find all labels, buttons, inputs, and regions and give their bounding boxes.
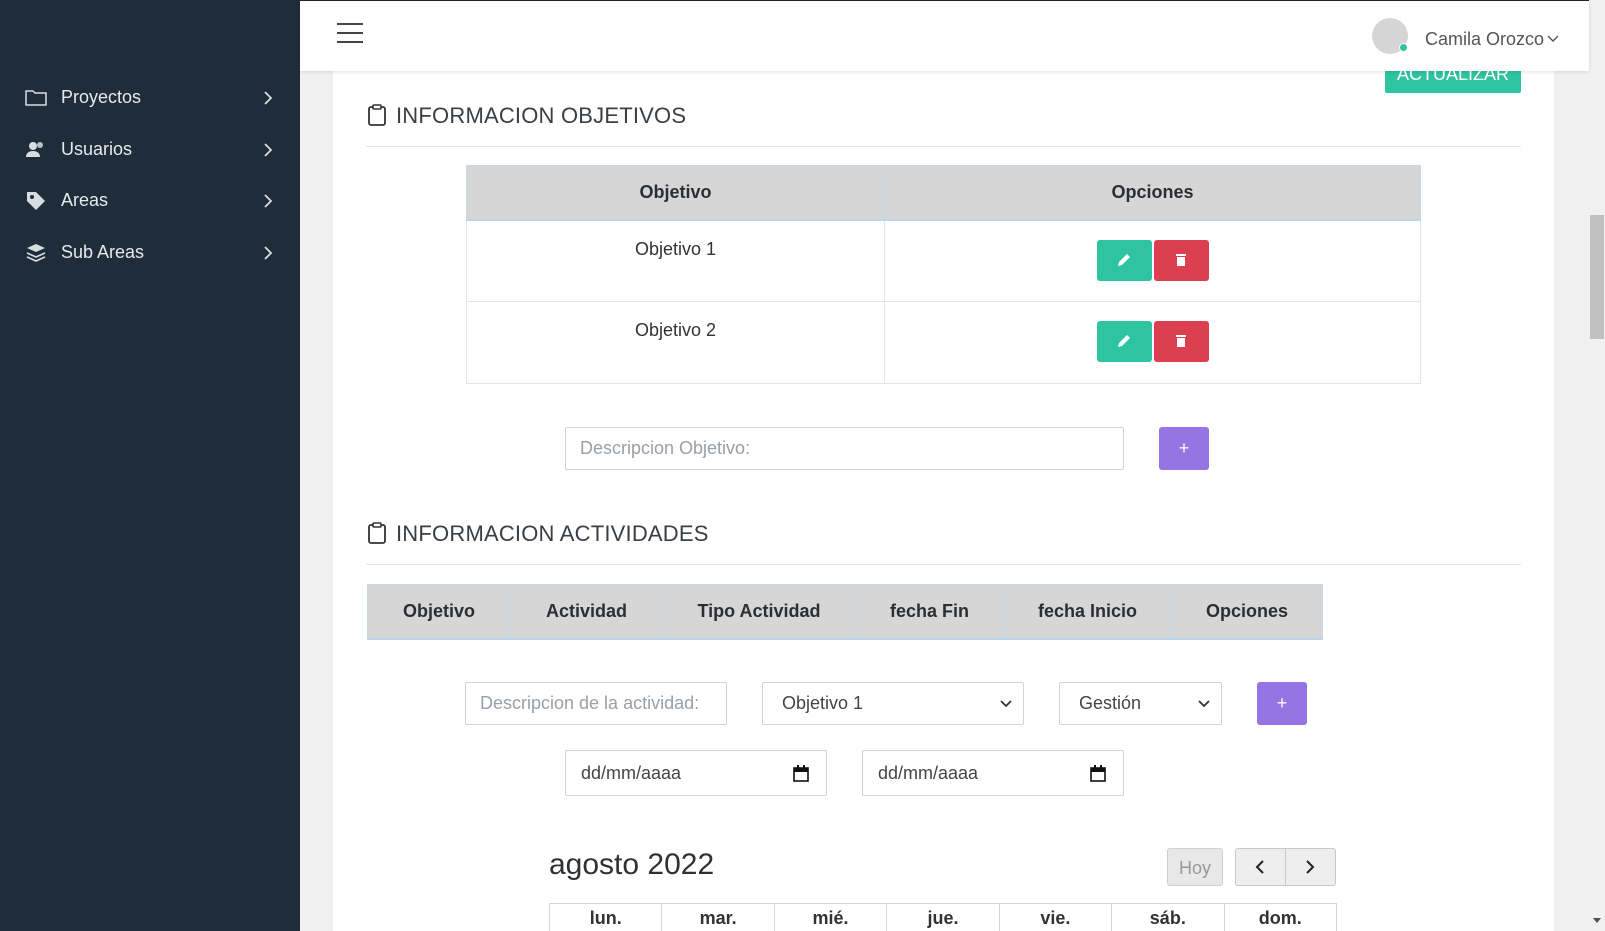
sidebar-item-proyectos[interactable]: Proyectos — [0, 76, 300, 120]
clipboard-icon — [368, 104, 386, 126]
menu-icon[interactable] — [337, 23, 363, 45]
date-placeholder: dd/mm/aaaa — [581, 763, 682, 783]
chevron-right-icon — [264, 194, 273, 208]
weekday-label: vie. — [1000, 904, 1113, 931]
sidebar-item-usuarios[interactable]: Usuarios — [0, 128, 300, 172]
objetivo-select[interactable]: Objetivo 1 — [762, 682, 1024, 725]
delete-button[interactable] — [1153, 239, 1209, 281]
avatar[interactable] — [1372, 18, 1408, 54]
fecha-inicio-input[interactable]: dd/mm/aaaa — [862, 750, 1124, 796]
column-header: Objetivo — [466, 165, 885, 221]
column-header: fecha Inicio — [1003, 584, 1172, 640]
table-row: Objetivo 2 — [466, 301, 1421, 384]
weekday-label: sáb. — [1112, 904, 1225, 931]
pencil-icon — [1117, 335, 1130, 347]
edit-button[interactable] — [1096, 239, 1152, 281]
options-cell — [884, 301, 1421, 384]
table-row: Objetivo 1 — [466, 219, 1421, 302]
calendar-icon[interactable] — [793, 765, 809, 782]
chevron-down-icon — [1000, 700, 1012, 708]
objetivos-table: Objetivo Opciones Objetivo 1 Objetivo 2 — [466, 165, 1421, 384]
weekday-label: jue. — [887, 904, 1000, 931]
chevron-down-icon[interactable] — [1546, 32, 1560, 46]
chevron-right-icon — [264, 91, 273, 105]
objetivo-cell: Objetivo 1 — [466, 219, 885, 302]
divider — [366, 564, 1521, 565]
edit-button[interactable] — [1096, 321, 1152, 362]
column-header: Opciones — [884, 165, 1421, 221]
chevron-right-icon — [264, 246, 273, 260]
column-header: fecha Fin — [855, 584, 1004, 640]
calendar-weekday-header: lun. mar. mié. jue. vie. sáb. dom. — [549, 903, 1337, 931]
weekday-label: mié. — [775, 904, 888, 931]
calendar-icon[interactable] — [1090, 765, 1106, 782]
sidebar-item-sub-areas[interactable]: Sub Areas — [0, 231, 300, 275]
column-header: Actividad — [510, 584, 663, 640]
sidebar-item-label: Areas — [61, 190, 109, 210]
column-header: Tipo Actividad — [662, 584, 856, 640]
column-header: Opciones — [1171, 584, 1323, 640]
add-actividad-button[interactable]: + — [1257, 682, 1307, 725]
sidebar: Proyectos Usuarios Areas Sub Areas — [0, 0, 300, 931]
tag-icon — [27, 192, 45, 210]
trash-icon — [1175, 253, 1186, 266]
section-title-actividades: INFORMACION ACTIVIDADES — [396, 521, 709, 546]
users-icon — [26, 142, 43, 157]
actividades-table: Objetivo Actividad Tipo Actividad fecha … — [367, 584, 1323, 640]
tipo-select-value: Gestión — [1079, 693, 1142, 713]
scrollbar-thumb[interactable] — [1590, 215, 1604, 339]
fecha-fin-input[interactable]: dd/mm/aaaa — [565, 750, 827, 796]
chevron-right-icon — [1306, 860, 1315, 874]
layers-icon — [26, 244, 46, 262]
chevron-right-icon — [264, 143, 273, 157]
clipboard-icon — [368, 522, 386, 544]
folder-icon — [25, 90, 47, 106]
objetivo-description-input[interactable]: Descripcion Objetivo: — [565, 427, 1124, 470]
date-placeholder: dd/mm/aaaa — [878, 763, 979, 783]
pencil-icon — [1117, 253, 1130, 266]
objetivo-select-value: Objetivo 1 — [782, 693, 864, 713]
options-cell — [884, 219, 1421, 302]
chevron-left-icon — [1255, 860, 1264, 874]
calendar-title: agosto 2022 — [549, 848, 715, 881]
trash-icon — [1175, 335, 1186, 347]
next-month-button[interactable] — [1285, 848, 1336, 886]
actividad-description-input[interactable]: Descripcion de la actividad: — [465, 682, 727, 725]
scroll-down-arrow-icon[interactable] — [1593, 918, 1601, 923]
sidebar-item-label: Usuarios — [61, 139, 133, 159]
tipo-actividad-select[interactable]: Gestión — [1059, 682, 1222, 725]
scrollbar[interactable] — [1589, 0, 1605, 931]
weekday-label: dom. — [1258, 908, 1302, 928]
online-status-dot — [1399, 43, 1408, 52]
weekday-label: mar. — [662, 904, 775, 931]
objetivo-cell: Objetivo 2 — [466, 301, 885, 384]
user-name[interactable]: Camila Orozco — [1425, 29, 1544, 50]
delete-button[interactable] — [1153, 321, 1209, 362]
chevron-down-icon — [1198, 700, 1210, 708]
sidebar-item-label: Sub Areas — [61, 242, 145, 262]
sidebar-item-areas[interactable]: Areas — [0, 179, 300, 223]
column-header: Objetivo — [367, 584, 511, 640]
top-bar: Camila Orozco — [300, 0, 1589, 71]
add-objetivo-button[interactable]: + — [1159, 427, 1209, 470]
today-button[interactable]: Hoy — [1167, 848, 1223, 886]
divider — [366, 146, 1521, 147]
weekday-label: lun. — [550, 904, 663, 931]
prev-month-button[interactable] — [1235, 848, 1286, 886]
section-title-objetivos: INFORMACION OBJETIVOS — [396, 103, 687, 128]
sidebar-item-label: Proyectos — [61, 87, 142, 107]
